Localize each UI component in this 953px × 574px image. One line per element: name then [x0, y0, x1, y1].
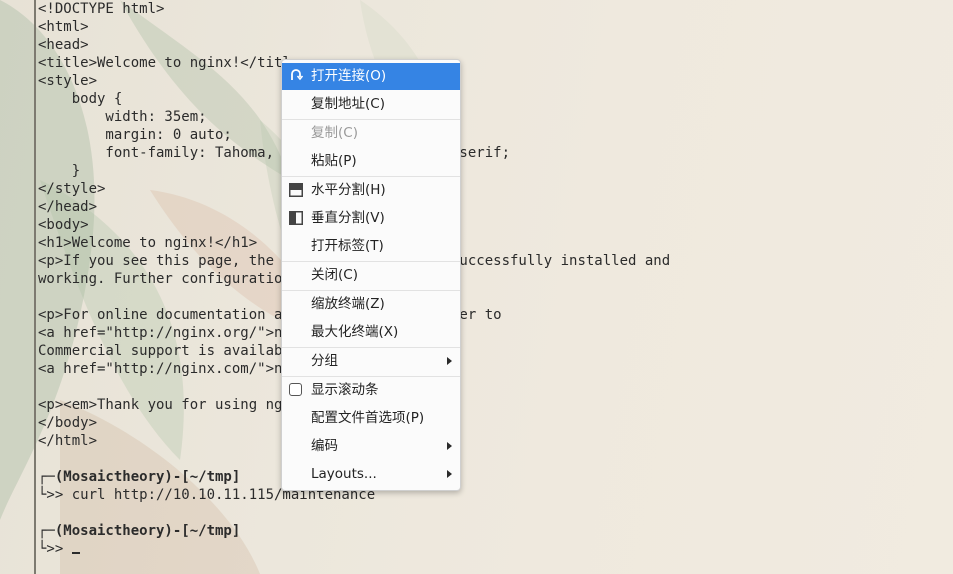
menu-item-label: 编码 [311, 438, 338, 454]
menu-item-label: 复制(C) [311, 125, 358, 141]
text-cursor [71, 552, 80, 554]
shell-input-line[interactable]: └>> [38, 540, 80, 558]
menu-item-label: 水平分割(H) [311, 182, 386, 198]
terminal-line: </body> [38, 415, 98, 431]
shell-prompt: ┌─(Mosaictheory)-[~/tmp] [38, 469, 241, 485]
submenu-arrow-icon [447, 470, 452, 478]
split-horizontal-icon [289, 183, 303, 197]
terminal-line: body { [38, 91, 123, 107]
terminal-line: </style> [38, 181, 106, 197]
shell-input-prefix: └>> [38, 541, 72, 557]
terminal-line: <h1>Welcome to nginx!</h1> [38, 235, 258, 251]
terminal-line: </html> [38, 433, 98, 449]
menu-item-label: 分组 [311, 353, 338, 369]
menu-item-split-vertical[interactable]: 垂直分割(V) [282, 205, 460, 232]
menu-item-group[interactable]: 分组 [282, 348, 460, 375]
terminal-line: <title>Welcome to nginx!</title> [38, 55, 308, 71]
terminal-line: <style> [38, 73, 98, 89]
terminal-line: </head> [38, 199, 98, 215]
menu-item-open-tab[interactable]: 打开标签(T) [282, 233, 460, 260]
menu-item-label: 最大化终端(X) [311, 324, 399, 340]
menu-item-label: 粘贴(P) [311, 153, 357, 169]
submenu-arrow-icon [447, 357, 452, 365]
menu-item-label: 配置文件首选项(P) [311, 410, 425, 426]
terminal-line: margin: 0 auto; [38, 127, 232, 143]
terminal-line: <body> [38, 217, 89, 233]
menu-item-label: 打开标签(T) [311, 238, 384, 254]
open-link-icon [291, 69, 303, 81]
menu-item-label: Layouts... [311, 466, 377, 482]
menu-item-copy-address[interactable]: 复制地址(C) [282, 91, 460, 118]
terminal-left-border [34, 0, 36, 574]
menu-item-zoom-terminal[interactable]: 缩放终端(Z) [282, 291, 460, 318]
menu-item-show-scrollbar[interactable]: 显示滚动条 [282, 377, 460, 404]
submenu-arrow-icon [447, 442, 452, 450]
menu-item-layouts[interactable]: Layouts... [282, 461, 460, 488]
terminal-line: } [38, 163, 81, 179]
terminal-line: <!DOCTYPE html> [38, 1, 165, 17]
menu-item-label: 关闭(C) [311, 267, 358, 283]
menu-item-encoding[interactable]: 编码 [282, 433, 460, 460]
menu-item-label: 打开连接(O) [311, 68, 387, 84]
context-menu: 打开连接(O) 复制地址(C) 复制(C) 粘贴(P) 水平分割(H) 垂直分割… [281, 59, 461, 491]
menu-item-label: 缩放终端(Z) [311, 296, 385, 312]
split-vertical-icon [289, 211, 303, 225]
menu-item-close[interactable]: 关闭(C) [282, 262, 460, 289]
terminal-line: <html> [38, 19, 89, 35]
terminal-line: width: 35em; [38, 109, 207, 125]
menu-item-label: 显示滚动条 [311, 382, 379, 398]
scrollbar-checkbox[interactable] [289, 383, 302, 396]
menu-item-label: 垂直分割(V) [311, 210, 385, 226]
menu-item-open-link[interactable]: 打开连接(O) [282, 63, 460, 90]
shell-prompt: ┌─(Mosaictheory)-[~/tmp] [38, 523, 241, 539]
menu-item-split-horizontal[interactable]: 水平分割(H) [282, 177, 460, 204]
menu-item-copy[interactable]: 复制(C) [282, 120, 460, 147]
menu-item-profile-preferences[interactable]: 配置文件首选项(P) [282, 405, 460, 432]
terminal-line: <head> [38, 37, 89, 53]
menu-item-paste[interactable]: 粘贴(P) [282, 148, 460, 175]
menu-item-label: 复制地址(C) [311, 96, 385, 112]
terminal-output[interactable]: <!DOCTYPE html> <html> <head> <title>Wel… [38, 0, 948, 574]
menu-item-maximize-terminal[interactable]: 最大化终端(X) [282, 319, 460, 346]
